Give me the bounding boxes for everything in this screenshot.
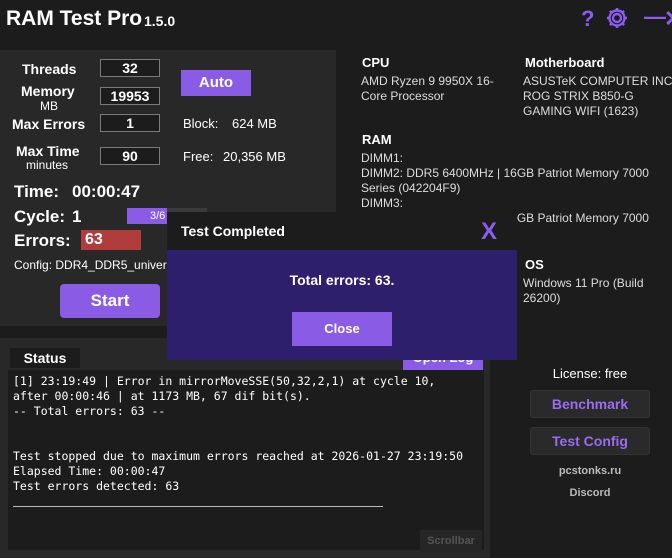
- dialog-close-icon[interactable]: X: [481, 218, 497, 246]
- max-time-input[interactable]: 90: [100, 147, 160, 165]
- cpu-value: AMD Ryzen 9 9950X 16- Core Processor: [361, 74, 494, 103]
- app-title: RAM Test Pro: [6, 7, 143, 30]
- time-label: Time:: [14, 182, 60, 201]
- max-errors-label: Max Errors: [12, 116, 86, 132]
- block-value: 624 MB: [232, 116, 277, 131]
- cycle-label: Cycle:: [14, 207, 66, 226]
- cycle-value: 1: [72, 207, 82, 226]
- log-divider: [13, 506, 383, 507]
- motherboard-heading: Motherboard: [525, 55, 605, 70]
- max-time-label: Max Time: [16, 143, 80, 159]
- log-scrollbar[interactable]: Scrollbar: [420, 530, 482, 552]
- threads-input[interactable]: 32: [100, 59, 160, 77]
- memory-input[interactable]: 19953: [100, 87, 160, 105]
- errors-value: 63: [81, 230, 141, 250]
- os-value: Windows 11 Pro (Build 26200): [523, 276, 644, 305]
- dialog-header: Test Completed X: [167, 212, 517, 250]
- status-tab[interactable]: Status: [10, 348, 80, 368]
- close-window-icon[interactable]: ✕: [664, 6, 672, 32]
- cycle-progress-text: 3/6: [150, 210, 166, 222]
- memory-unit-label: MB: [40, 99, 58, 113]
- help-icon[interactable]: ?: [581, 6, 594, 32]
- os-heading: OS: [525, 257, 544, 272]
- free-label: Free:: [183, 149, 214, 164]
- motherboard-value: ASUSTeK COMPUTER INC. ROG STRIX B850-G G…: [523, 74, 672, 118]
- errors-label: Errors:: [14, 231, 71, 250]
- block-label: Block:: [183, 116, 219, 131]
- free-value: 20,356 MB: [223, 149, 286, 164]
- dialog-title: Test Completed: [181, 223, 285, 239]
- minimize-icon[interactable]: —: [644, 4, 666, 30]
- test-config-button[interactable]: Test Config: [530, 427, 650, 455]
- website-link[interactable]: pcstonks.ru: [530, 465, 650, 477]
- discord-link[interactable]: Discord: [530, 487, 650, 499]
- dialog-message: Total errors: 63.: [289, 272, 395, 288]
- memory-label: Memory: [21, 83, 75, 99]
- test-completed-dialog: Test Completed X Total errors: 63. Close: [167, 212, 517, 360]
- dialog-close-button[interactable]: Close: [292, 312, 392, 346]
- start-button[interactable]: Start: [60, 284, 160, 318]
- gear-icon[interactable]: [605, 6, 629, 36]
- app-version: 1.5.0: [144, 13, 176, 29]
- ram-heading: RAM: [362, 132, 392, 147]
- auto-button[interactable]: Auto: [181, 70, 251, 96]
- max-time-unit-label: minutes: [26, 158, 69, 172]
- cpu-heading: CPU: [362, 55, 390, 70]
- benchmark-button[interactable]: Benchmark: [530, 390, 650, 418]
- time-value: 00:00:47: [72, 182, 141, 201]
- log-text: [1] 23:19:49 | Error in mirrorMoveSSE(50…: [13, 374, 464, 493]
- title-bar: RAM Test Pro 1.5.0 ? — ✕: [0, 0, 672, 42]
- config-label: Config: DDR4_DDR5_universal: [14, 258, 174, 272]
- max-errors-input[interactable]: 1: [100, 114, 160, 132]
- license-label: License: free: [552, 366, 628, 381]
- threads-label: Threads: [22, 61, 77, 77]
